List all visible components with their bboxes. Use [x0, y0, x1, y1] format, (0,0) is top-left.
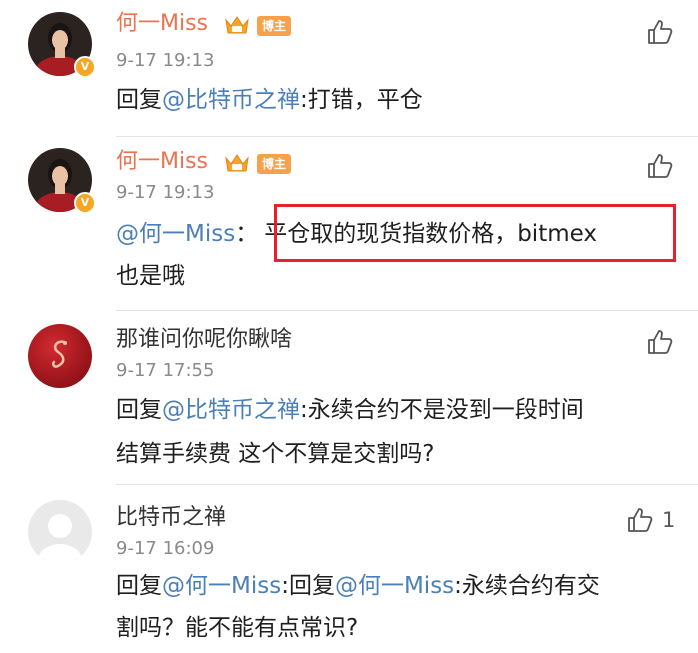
comment-text: 回复@比特币之禅:永续合约不是没到一段时间 [116, 392, 584, 428]
comment-time: 9-17 19:13 [116, 50, 215, 71]
comment-body: :永续合约有交 [454, 573, 600, 599]
author-badge: 博主 [257, 16, 292, 36]
user-avatar[interactable] [28, 500, 92, 564]
mention-link[interactable]: @何一Miss [162, 573, 281, 599]
comment-item: 那谁问你呢你瞅啥 9-17 17:55 回复@比特币之禅:永续合约不是没到一段时… [0, 312, 698, 486]
like-count: 1 [662, 508, 676, 532]
red-dragon-avatar-icon [28, 324, 92, 388]
default-avatar-icon [28, 500, 92, 564]
author-name[interactable]: 何一Miss [116, 10, 208, 38]
comment-time: 9-17 17:55 [116, 360, 215, 381]
mention-colon: ： [235, 221, 259, 247]
comment-text-line2: 结算手续费 这个不算是交割吗? [116, 441, 435, 467]
vip-crown-icon [225, 154, 249, 172]
comment-text: 回复@比特币之禅:打错，平仓 [116, 82, 423, 118]
like-icon[interactable] [646, 328, 674, 356]
mention-link[interactable]: @比特币之禅 [162, 397, 300, 423]
comment-time: 9-17 19:13 [116, 182, 215, 203]
comment-item: V 何一Miss 博主 9-17 19:13 @何一Miss： 平仓取的现货指数价… [0, 140, 698, 312]
verified-icon: V [74, 56, 96, 78]
comment-body: :打错，平仓 [300, 87, 423, 113]
like-icon[interactable] [626, 506, 654, 534]
mention-link[interactable]: @比特币之禅 [162, 87, 300, 113]
verified-icon: V [74, 192, 96, 214]
reply-mid: :回复 [281, 573, 335, 599]
reply-prefix: 回复 [116, 87, 162, 113]
user-avatar[interactable] [28, 324, 92, 388]
red-highlight-box [274, 204, 676, 262]
divider [116, 310, 698, 311]
comment-text: 回复@何一Miss:回复@何一Miss:永续合约有交 [116, 568, 600, 604]
like-icon[interactable] [646, 18, 674, 46]
author-badge: 博主 [257, 154, 292, 174]
reply-prefix: 回复 [116, 397, 162, 423]
comment-item: 比特币之禅 9-17 16:09 1 回复@何一Miss:回复@何一Miss:永… [0, 486, 698, 653]
comment-time: 9-17 16:09 [116, 538, 215, 559]
comment-item: V 何一Miss 博主 9-17 19:13 回复@比特币之禅:打错，平仓 [0, 0, 698, 140]
author-name[interactable]: 何一Miss [116, 148, 208, 176]
vip-crown-icon [225, 16, 249, 34]
author-name[interactable]: 比特币之禅 [116, 504, 226, 532]
mention-link-2[interactable]: @何一Miss [335, 573, 454, 599]
reply-prefix: 回复 [116, 573, 162, 599]
divider [116, 136, 698, 137]
divider [116, 484, 698, 485]
comment-text-line2: 也是哦 [116, 263, 185, 289]
like-icon[interactable] [646, 152, 674, 180]
author-name[interactable]: 那谁问你呢你瞅啥 [116, 326, 292, 354]
comment-body: :永续合约不是没到一段时间 [300, 397, 584, 423]
mention-link[interactable]: @何一Miss [116, 221, 235, 247]
comment-text-line2: 割吗？能不能有点常识? [116, 615, 359, 641]
